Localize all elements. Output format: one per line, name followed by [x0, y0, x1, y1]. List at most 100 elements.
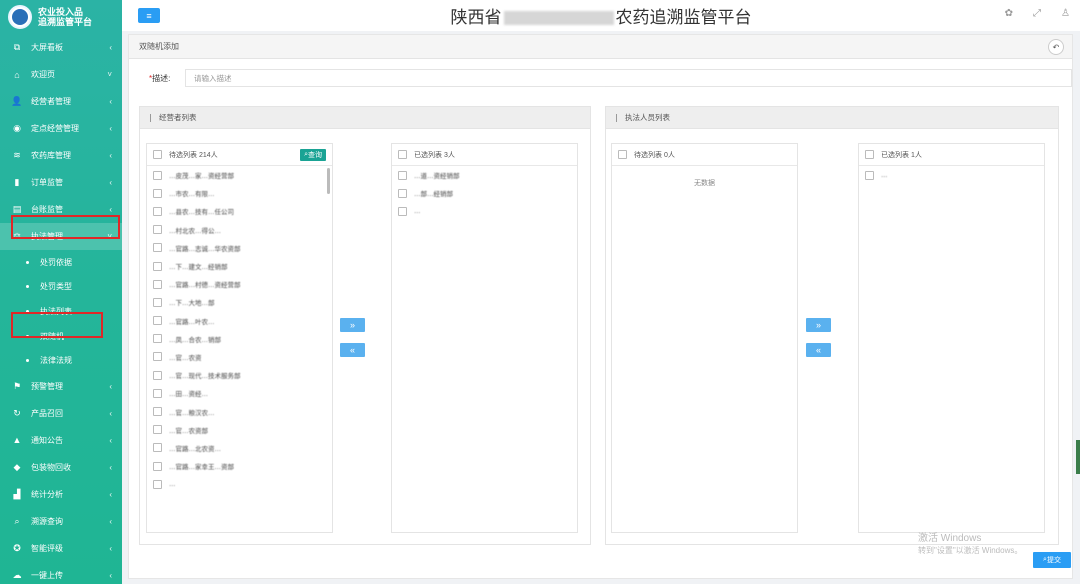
list-item[interactable]: …部…经销部 — [392, 184, 577, 202]
fullscreen-icon[interactable]: ⤢ — [1033, 8, 1041, 19]
list-item[interactable]: …官…粮汉农… — [147, 402, 332, 420]
list-item[interactable]: …官…农资部 — [147, 421, 332, 439]
row-text: …市农…有限… — [169, 191, 215, 199]
list-item[interactable]: …村北农…得公… — [147, 221, 332, 239]
list-item[interactable]: …官…现代…技术服务部 — [147, 366, 332, 384]
sidebar-item[interactable]: ⧉ 大屏看板 ‹ — [0, 34, 122, 61]
row-checkbox[interactable] — [398, 170, 407, 180]
row-checkbox[interactable] — [153, 461, 162, 471]
select-all-checkbox[interactable] — [865, 150, 874, 159]
sidebar-item[interactable]: ↻ 产品召回 ‹ — [0, 400, 122, 427]
row-checkbox[interactable] — [153, 370, 162, 380]
submit-button[interactable]: ⌕ 提交 — [1033, 552, 1071, 568]
list-item[interactable]: …凤…合农…销部 — [147, 330, 332, 348]
row-checkbox[interactable] — [398, 188, 407, 198]
row-checkbox[interactable] — [153, 352, 162, 362]
row-checkbox[interactable] — [153, 297, 162, 307]
row-checkbox[interactable] — [153, 188, 162, 198]
row-checkbox[interactable] — [153, 388, 162, 398]
row-checkbox[interactable] — [153, 261, 162, 271]
row-checkbox[interactable] — [153, 225, 162, 235]
select-all-checkbox[interactable] — [153, 150, 162, 159]
sidebar-item-label: 台账监管 — [31, 205, 63, 214]
list-item[interactable]: …下…建文…经销部 — [147, 257, 332, 275]
description-input[interactable]: 请输入描述 — [185, 69, 1072, 87]
row-text: …县农…技有…任公司 — [169, 209, 234, 217]
bullet-icon — [26, 359, 29, 363]
list-item[interactable]: … — [392, 202, 577, 220]
sidebar-subitem[interactable]: 法律法规 — [0, 348, 122, 373]
list-item[interactable]: …官…农资 — [147, 348, 332, 366]
highlight-law-menu — [11, 215, 120, 239]
list-item[interactable]: …下…大地…部 — [147, 293, 332, 311]
row-checkbox[interactable] — [153, 443, 162, 453]
row-checkbox[interactable] — [153, 243, 162, 253]
row-checkbox[interactable] — [153, 170, 162, 180]
select-all-checkbox[interactable] — [398, 150, 407, 159]
list-item[interactable]: … — [147, 475, 332, 493]
list-item[interactable]: …官路…村德…资经营部 — [147, 275, 332, 293]
theme-icon[interactable]: ✿ — [1005, 8, 1013, 19]
chevron-icon: ‹ — [109, 516, 112, 526]
sidebar-item[interactable]: ✪ 智能评级 ‹ — [0, 535, 122, 562]
list-item[interactable]: …官路…北农资… — [147, 439, 332, 457]
page-header: 双随机添加 ↶ — [129, 35, 1072, 59]
sidebar-item[interactable]: ≋ 农药库管理 ‹ — [0, 142, 122, 169]
sidebar-item[interactable]: ◉ 定点经营管理 ‹ — [0, 115, 122, 142]
row-checkbox[interactable] — [153, 316, 162, 326]
move-right-button[interactable]: » — [806, 318, 831, 332]
back-button[interactable]: ↶ — [1048, 39, 1064, 55]
title-suffix: 农药追溯监管平台 — [615, 8, 752, 28]
logo[interactable]: 农业投入品 追溯监管平台 — [0, 0, 122, 34]
list-item[interactable]: …官路…志诚…华农资部 — [147, 239, 332, 257]
select-all-checkbox[interactable] — [618, 150, 627, 159]
sidebar-item[interactable]: ⚑ 预警管理 ‹ — [0, 373, 122, 400]
highlight-double-random — [11, 312, 103, 338]
sidebar-item[interactable]: ▮ 订单监管 ‹ — [0, 169, 122, 196]
row-checkbox[interactable] — [398, 206, 407, 216]
row-checkbox[interactable] — [865, 170, 874, 180]
row-text: …皮茂…家…资经营部 — [169, 173, 234, 181]
selected-list-title: 已选列表 3人 — [414, 151, 455, 159]
query-button[interactable]: ⌕ 查询 — [300, 149, 326, 161]
list-item[interactable]: …市农…有限… — [147, 184, 332, 202]
sidebar-subitem[interactable]: 处罚类型 — [0, 275, 122, 300]
move-left-button[interactable]: « — [806, 343, 831, 357]
row-checkbox[interactable] — [153, 425, 162, 435]
list-item[interactable]: …县农…技有…任公司 — [147, 202, 332, 220]
sidebar-item[interactable]: ⌂ 欢迎页 ˅ — [0, 61, 122, 88]
row-checkbox[interactable] — [153, 334, 162, 344]
scrollbar[interactable] — [327, 168, 330, 194]
list-item[interactable]: …道…资经销部 — [392, 166, 577, 184]
empty-text: 无数据 — [694, 180, 715, 187]
bullet-icon — [26, 285, 29, 289]
list-item[interactable]: …官路…家幸王…资部 — [147, 457, 332, 475]
row-checkbox[interactable] — [153, 279, 162, 289]
chevron-icon: ‹ — [109, 462, 112, 472]
move-left-button[interactable]: « — [340, 343, 365, 357]
row-text: …凤…合农…销部 — [169, 336, 221, 344]
double-right-icon: » — [349, 320, 355, 330]
list-item[interactable]: …皮茂…家…资经营部 — [147, 166, 332, 184]
sidebar-subitem-label: 处罚依据 — [40, 257, 72, 267]
row-text: …部…经销部 — [414, 191, 453, 199]
row-checkbox[interactable] — [153, 407, 162, 417]
list-item[interactable]: …田…资经… — [147, 384, 332, 402]
list-item[interactable]: … — [859, 166, 1044, 184]
sidebar: 农业投入品 追溯监管平台 ⧉ 大屏看板 ‹ ⌂ 欢迎页 ˅ 👤 经营者管理 ‹ ◉ 定点经营管理 ‹ ≋… — [0, 0, 122, 584]
move-right-button[interactable]: » — [340, 318, 365, 332]
sidebar-subitem[interactable]: 处罚依据 — [0, 250, 122, 275]
row-checkbox[interactable] — [153, 479, 162, 489]
sidebar-item[interactable]: ▲ 通知公告 ‹ — [0, 427, 122, 454]
cloud-upload-icon: ☁ — [12, 569, 22, 580]
sidebar-item[interactable]: ▟ 统计分析 ‹ — [0, 481, 122, 508]
row-checkbox[interactable] — [153, 206, 162, 216]
chevron-icon: ‹ — [109, 43, 112, 52]
user-icon[interactable]: ♙ — [1061, 8, 1070, 19]
sidebar-item[interactable]: ◆ 包装物回收 ‹ — [0, 454, 122, 481]
sidebar-item[interactable]: ☁ 一键上传 ‹ — [0, 562, 122, 584]
list-item[interactable]: …官路…叶农… — [147, 312, 332, 330]
sidebar-item[interactable]: ⌕ 溯源查询 ‹ — [0, 508, 122, 535]
sidebar-item[interactable]: 👤 经营者管理 ‹ — [0, 88, 122, 115]
edge-tab[interactable] — [1076, 440, 1080, 474]
